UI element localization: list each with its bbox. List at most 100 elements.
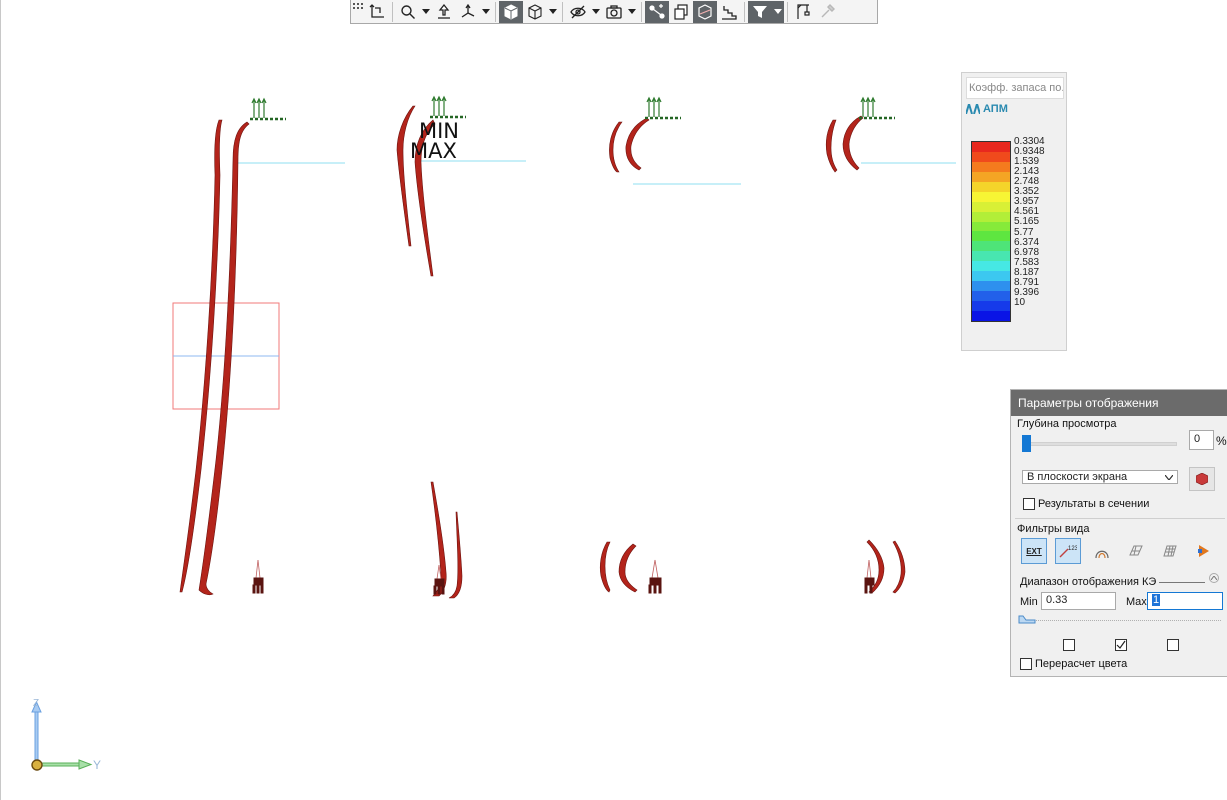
arch-filter-button[interactable] — [1089, 538, 1115, 564]
camera-dropdown-icon[interactable] — [626, 1, 638, 23]
section-lines — [237, 160, 956, 185]
range-slider-track[interactable] — [1021, 620, 1221, 621]
section-view-button[interactable] — [1189, 467, 1215, 491]
visibility-icon[interactable] — [566, 1, 590, 23]
legend-color-cell — [972, 181, 1010, 192]
support-top-1 — [250, 97, 286, 121]
filter-buttons: EXT 123 — [1021, 538, 1217, 564]
zoom-dropdown-icon[interactable] — [420, 1, 432, 23]
zoom-icon[interactable] — [396, 1, 420, 23]
legend-color-cell — [972, 161, 1010, 172]
node-link-icon[interactable] — [645, 0, 669, 23]
member-group-3[interactable] — [599, 117, 650, 593]
slider-thumb-icon — [1018, 615, 1036, 624]
filter-icon[interactable] — [748, 0, 772, 23]
legend-color-cell — [972, 281, 1010, 292]
collapse-button[interactable] — [1209, 573, 1219, 583]
panel-header[interactable]: Параметры отображения — [1011, 390, 1227, 416]
support-top-4 — [859, 96, 895, 120]
plane-select-value: В плоскости экрана — [1027, 471, 1128, 483]
legend-color-cell — [972, 291, 1010, 301]
range-checkbox-1[interactable] — [1063, 639, 1075, 652]
z-axis-arrow — [31, 700, 42, 765]
color-filter-button[interactable] — [1191, 538, 1217, 564]
min-value-field[interactable]: 0.33 — [1041, 592, 1116, 610]
camera-icon[interactable] — [602, 1, 626, 23]
apm-logo-icon — [966, 104, 980, 114]
range-checkbox-3-box[interactable] — [1167, 639, 1179, 652]
model-scene — [172, 95, 956, 599]
axis-triad: Z Y — [23, 698, 113, 778]
visibility-dropdown-icon[interactable] — [590, 1, 602, 23]
recalc-checkbox[interactable] — [1020, 658, 1032, 670]
legend-title[interactable]: Коэфф. запаса по... — [966, 77, 1064, 99]
legend-color-cell — [972, 310, 1010, 321]
rotate-axes-icon[interactable] — [456, 1, 480, 23]
range-checkbox-3[interactable] — [1167, 639, 1179, 652]
copy-pages-icon[interactable] — [669, 1, 693, 23]
min-marker-label: MIN — [419, 119, 460, 143]
y-axis-label: Y — [93, 758, 102, 772]
toolbar-grip-icon[interactable] — [351, 1, 365, 23]
rotate-dropdown-icon[interactable] — [480, 1, 492, 23]
shell-filter-button[interactable] — [1123, 538, 1149, 564]
legend-color-cell — [972, 221, 1010, 232]
range-collapse-line — [1159, 582, 1205, 583]
toolbar-separator — [641, 1, 642, 22]
depth-label: Глубина просмотра — [1017, 418, 1117, 430]
ext-filter-button[interactable]: EXT — [1021, 538, 1047, 564]
top-supports — [250, 95, 895, 121]
shell-filter-icon — [1129, 545, 1143, 556]
pipette-icon[interactable] — [815, 1, 839, 23]
max-value-field[interactable]: 1 — [1147, 592, 1223, 610]
legend-logo-text: АПМ — [983, 103, 1008, 115]
filter-dropdown-icon[interactable] — [772, 0, 784, 23]
member-group-2[interactable] — [396, 105, 463, 599]
min-label: Min — [1020, 596, 1038, 608]
max-label: Max — [1126, 596, 1147, 608]
chevron-down-icon — [1165, 474, 1173, 480]
recalc-row[interactable]: Перерасчет цвета — [1020, 658, 1127, 670]
range-slider-thumb[interactable] — [1018, 615, 1036, 624]
legend-color-cell — [972, 201, 1010, 212]
view-filters-label: Фильтры вида — [1017, 523, 1090, 535]
display-parameters-panel: Параметры отображения Глубина просмотра … — [1010, 389, 1227, 677]
model-viewport[interactable]: MIN MAX Коэфф. запаса по... АПМ 0.3304 0… — [0, 0, 1227, 800]
toolbar-separator — [744, 1, 745, 22]
range-checkbox-1-box[interactable] — [1063, 639, 1075, 652]
legend-color-cell — [972, 191, 1010, 202]
support-bottom-3 — [648, 559, 662, 594]
range-checkbox-2[interactable] — [1115, 639, 1127, 652]
section-results-row[interactable]: Результаты в сечении — [1023, 498, 1149, 510]
legend-color-cell — [972, 271, 1010, 282]
mesh-filter-button[interactable] — [1157, 538, 1183, 564]
pan-icon[interactable] — [432, 1, 456, 23]
section-cube-icon[interactable] — [693, 0, 717, 23]
range-checkbox-2-box[interactable] — [1115, 639, 1127, 652]
red-cube-icon — [1196, 473, 1208, 485]
depth-slider-thumb[interactable] — [1022, 435, 1031, 452]
numbering-filter-icon: 123 — [1059, 546, 1077, 558]
numbering-filter-button[interactable]: 123 — [1055, 538, 1081, 564]
member-group-1[interactable] — [179, 119, 250, 596]
chevron-up-icon — [1211, 576, 1217, 580]
plane-select[interactable]: В плоскости экрана — [1022, 470, 1178, 484]
member-group-4[interactable] — [825, 115, 906, 594]
crane-icon[interactable] — [791, 1, 815, 23]
cube-dropdown-icon[interactable] — [547, 1, 559, 23]
support-top-2 — [430, 95, 466, 119]
stairs-icon[interactable] — [717, 1, 741, 23]
toolbar-separator — [392, 1, 393, 22]
section-results-checkbox[interactable] — [1023, 498, 1035, 510]
legend-color-cell — [972, 211, 1010, 222]
legend-color-cell — [972, 261, 1010, 272]
y-axis-arrow — [38, 759, 93, 770]
depth-slider[interactable] — [1023, 442, 1177, 446]
legend-color-cell — [972, 171, 1010, 182]
color-legend: Коэфф. запаса по... АПМ 0.3304 0.9348 1.53… — [961, 72, 1067, 351]
depth-value-field[interactable]: 0 — [1189, 430, 1214, 450]
solid-cube-icon[interactable] — [499, 0, 523, 23]
axes-corner-icon[interactable] — [365, 1, 389, 23]
legend-color-cell — [972, 301, 1010, 311]
wire-cube-icon[interactable] — [523, 1, 547, 23]
